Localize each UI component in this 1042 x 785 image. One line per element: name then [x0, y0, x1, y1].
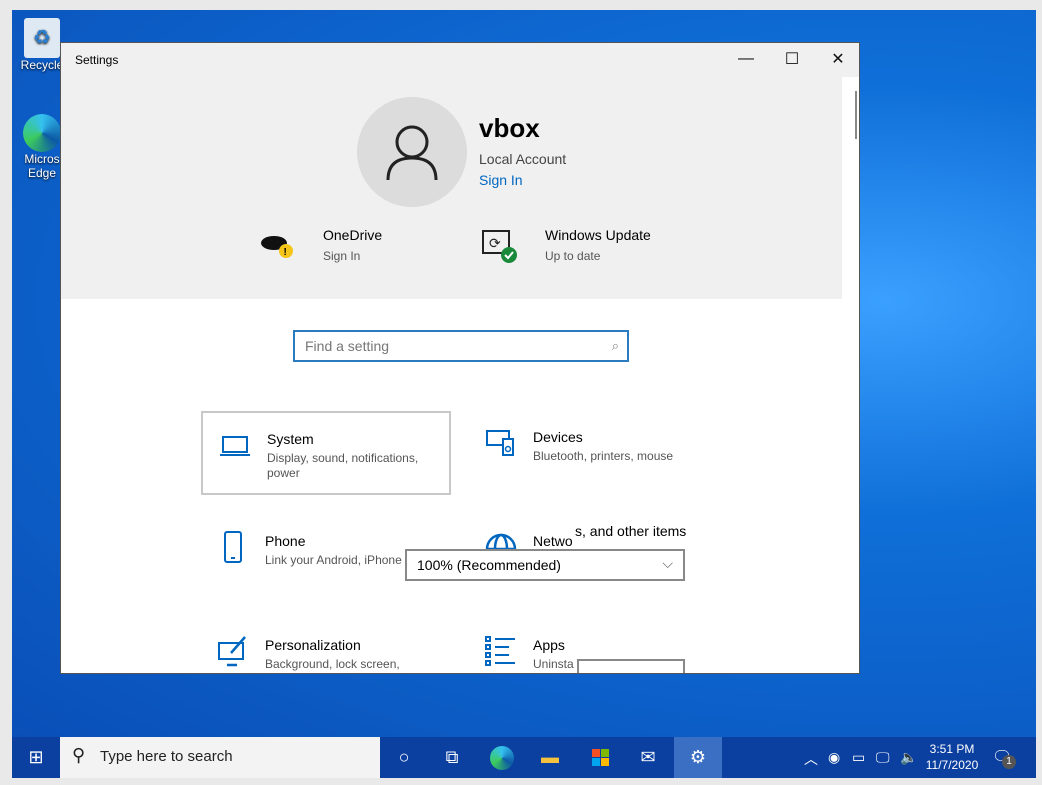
- notification-badge: 1: [1002, 755, 1016, 769]
- tile-title: Devices: [533, 429, 583, 445]
- tile-desc: Background, lock screen, colors: [265, 657, 400, 673]
- account-type: Local Account: [479, 151, 567, 167]
- find-setting-input[interactable]: Find a setting ⌕: [293, 330, 629, 362]
- onedrive-title: OneDrive: [323, 227, 383, 243]
- account-name: vbox: [479, 113, 540, 143]
- laptop-icon: [220, 436, 250, 456]
- scale-dropdown[interactable]: 100% (Recommended) ⌵: [405, 549, 685, 581]
- file-explorer-icon[interactable]: ▬: [526, 737, 574, 778]
- windows-update-link[interactable]: Windows Update Up to date: [545, 227, 651, 263]
- tile-title: Phone: [265, 533, 306, 549]
- close-button[interactable]: ✕: [815, 43, 859, 75]
- chevron-down-icon: ⌵: [662, 555, 673, 571]
- phone-icon: [224, 531, 242, 563]
- tile-system[interactable]: System Display, sound, notifications, po…: [201, 411, 451, 495]
- onedrive-icon: !: [259, 231, 293, 259]
- tile-desc: Bluetooth, printers, mouse: [533, 449, 674, 463]
- time: 3:51 PM: [929, 742, 975, 756]
- tile-title: Personalization: [265, 637, 361, 653]
- svg-text:!: !: [284, 247, 287, 258]
- network-icon[interactable]: 🖵: [876, 749, 890, 766]
- maximize-button[interactable]: ☐: [769, 43, 815, 75]
- action-center-icon[interactable]: 🗨1: [992, 747, 1016, 769]
- search-icon: ⌕: [611, 338, 619, 353]
- dropdown-value: 100% (Recommended): [417, 557, 561, 573]
- devices-icon: [486, 430, 514, 456]
- minimize-button[interactable]: —: [723, 43, 769, 75]
- windows-update-icon: ⟳: [481, 229, 519, 266]
- windows-icon: ⊞: [28, 747, 44, 767]
- apps-list-icon: [485, 636, 515, 666]
- edge-icon: [23, 114, 61, 152]
- settings-taskbar-icon[interactable]: ⚙: [674, 737, 722, 778]
- taskbar-search-placeholder: Type here to search: [100, 748, 233, 765]
- volume-icon[interactable]: 🔈: [900, 749, 917, 766]
- user-icon: [386, 125, 438, 181]
- record-icon[interactable]: ◉: [828, 749, 840, 766]
- overlay-text: s, and other items: [575, 523, 687, 541]
- mail-icon[interactable]: ✉: [624, 737, 672, 778]
- avatar: [357, 97, 467, 207]
- title-bar: Settings — ☐ ✕: [61, 43, 859, 77]
- clock[interactable]: 3:51 PM 11/7/2020: [920, 741, 984, 773]
- taskbar-search[interactable]: ⚲ Type here to search: [60, 737, 380, 778]
- windows-update-status: Up to date: [545, 249, 601, 263]
- tile-title: System: [267, 431, 314, 447]
- tile-personalization[interactable]: Personalization Background, lock screen,…: [201, 619, 451, 673]
- account-header: vbox Local Account Sign In ! OneDrive Si…: [61, 77, 844, 299]
- cortana-button[interactable]: ○: [380, 737, 428, 778]
- battery-icon[interactable]: ▭: [852, 749, 865, 766]
- tile-desc: Display, sound, notifications, power: [267, 451, 419, 480]
- settings-window: Settings — ☐ ✕ vbox Local Account Sign I…: [60, 42, 860, 674]
- onedrive-link[interactable]: OneDrive Sign In: [323, 227, 382, 263]
- edge-taskbar-icon[interactable]: [478, 737, 526, 778]
- windows-update-title: Windows Update: [545, 227, 651, 243]
- date: 11/7/2020: [925, 758, 979, 772]
- taskbar: ⊞ ⚲ Type here to search ○ ⧉ ▬ ✉ ⚙ ︿ ◉ ▭ …: [12, 737, 1036, 778]
- chevron-up-icon[interactable]: ︿: [804, 749, 818, 769]
- window-title: Settings: [75, 53, 119, 67]
- store-icon[interactable]: [576, 737, 624, 778]
- paintbrush-icon: [218, 636, 246, 667]
- sign-in-link[interactable]: Sign In: [479, 172, 523, 188]
- svg-text:⟳: ⟳: [489, 235, 501, 251]
- search-placeholder: Find a setting: [305, 338, 390, 354]
- tile-title: Apps: [533, 637, 565, 653]
- tile-devices[interactable]: Devices Bluetooth, printers, mouse: [469, 411, 719, 495]
- recycle-icon: ♻: [24, 18, 60, 58]
- scrollbar[interactable]: [842, 77, 859, 673]
- onedrive-status: Sign In: [323, 249, 361, 263]
- secondary-dropdown[interactable]: [577, 659, 685, 673]
- tile-title: Netwo: [533, 533, 573, 549]
- start-button[interactable]: ⊞: [12, 737, 60, 778]
- scrollbar-thumb[interactable]: [855, 91, 857, 139]
- task-view-button[interactable]: ⧉: [428, 737, 476, 778]
- search-icon: ⚲: [72, 745, 86, 765]
